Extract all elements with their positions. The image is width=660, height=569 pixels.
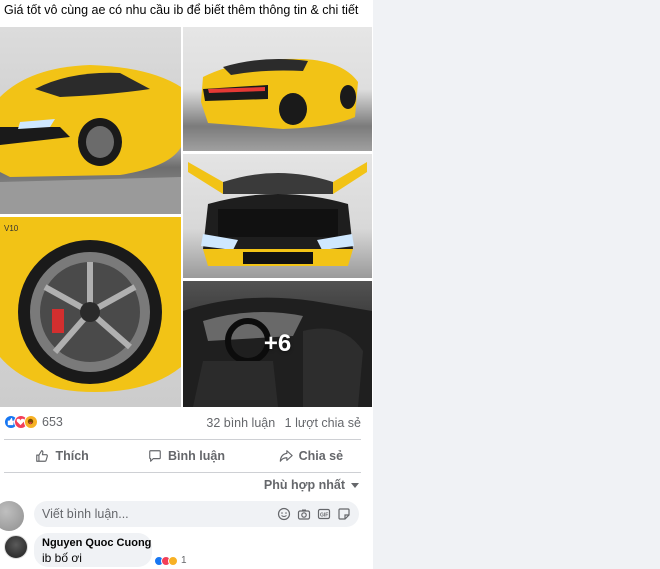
camera-icon[interactable] (297, 507, 311, 521)
post-caption: Giá tốt vô cùng ae có nhu cầu ib để biết… (4, 3, 359, 17)
svg-text:V10: V10 (4, 224, 19, 233)
comment-sort-dropdown[interactable]: Phù hợp nhất (264, 478, 359, 492)
reaction-summary[interactable]: 653 (4, 415, 63, 429)
like-button-label: Thích (55, 449, 89, 463)
emoji-icon[interactable] (277, 507, 291, 521)
comment-text: ib bố ơi (42, 551, 82, 565)
care-reaction-icon (168, 555, 178, 566)
post-stats: 653 32 bình luận 1 lượt chia sẻ (0, 409, 373, 437)
gif-icon[interactable]: GIF (317, 507, 331, 521)
thumbs-up-icon (35, 449, 49, 463)
photo-car-rear[interactable] (183, 27, 372, 151)
car-rear-photo-icon (201, 58, 358, 129)
reaction-count: 653 (42, 415, 63, 429)
photo-car-front[interactable] (0, 27, 181, 214)
post-card: Giá tốt vô cùng ae có nhu cầu ib để biết… (0, 0, 373, 569)
comment-sort-label: Phù hợp nhất (263, 478, 345, 492)
comment-input[interactable]: Viết bình luận... GIF (34, 501, 359, 527)
car-trunk-photo-icon (188, 162, 367, 266)
comment-button[interactable]: Bình luận (124, 441, 248, 471)
divider-bottom (4, 472, 361, 473)
sticker-icon[interactable] (337, 507, 351, 521)
comments-count-link[interactable]: 32 bình luận (206, 416, 275, 430)
current-user-avatar[interactable] (0, 501, 24, 531)
more-photos-label: +6 (263, 330, 292, 357)
comment-item: Nguyen Quoc Cuong ib bố ơi 1 (0, 533, 373, 569)
shares-count-link[interactable]: 1 lượt chia sẻ (285, 416, 361, 430)
share-button[interactable]: Chia sẻ (249, 441, 373, 471)
comment-input-placeholder: Viết bình luận... (42, 507, 129, 521)
comment-author-row: Nguyen Quoc Cuong (42, 537, 163, 549)
comment-reaction-summary[interactable]: 1 (152, 555, 189, 566)
engagement-counts: 32 bình luận 1 lượt chia sẻ (200, 416, 361, 430)
comment-reaction-count: 1 (181, 555, 187, 566)
car-front-photo-icon (0, 65, 181, 214)
comment-composer: Viết bình luận... GIF (0, 499, 373, 531)
divider-top (4, 439, 361, 440)
comment-bubble-icon (148, 449, 162, 463)
commenter-avatar[interactable] (4, 535, 28, 559)
care-reaction-icon (24, 415, 38, 429)
more-photos-overlay[interactable]: +6 (183, 281, 372, 407)
share-arrow-icon (279, 449, 293, 463)
photo-car-interior[interactable]: +6 (183, 281, 372, 407)
comment-author-name[interactable]: Nguyen Quoc Cuong (42, 537, 151, 549)
svg-text:GIF: GIF (320, 513, 328, 519)
photo-car-wheel[interactable]: V10 (0, 217, 181, 407)
comment-button-label: Bình luận (168, 449, 225, 463)
comment-input-tools: GIF (277, 507, 351, 521)
like-button[interactable]: Thích (0, 441, 124, 471)
post-actions: Thích Bình luận Chia sẻ (0, 441, 373, 471)
caret-down-icon (351, 482, 359, 488)
share-button-label: Chia sẻ (298, 449, 344, 463)
car-wheel-photo-icon: V10 (0, 217, 181, 392)
photo-car-trunk[interactable] (183, 154, 372, 278)
comment-bubble: Nguyen Quoc Cuong ib bố ơi (34, 533, 163, 567)
